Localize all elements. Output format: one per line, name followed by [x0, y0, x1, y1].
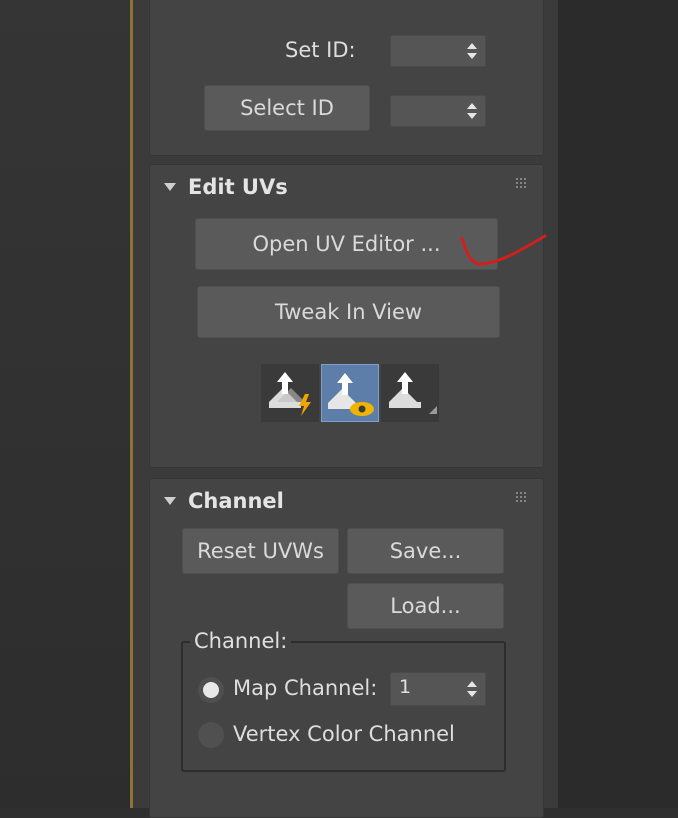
set-id-label: Set ID: — [285, 38, 356, 62]
channel-title: Channel — [188, 489, 284, 513]
tweak-in-view-button[interactable]: Tweak In View — [197, 286, 500, 338]
drag-grip-icon[interactable] — [515, 491, 527, 503]
panel-margin — [558, 0, 678, 808]
spinner-arrows-icon[interactable] — [467, 681, 477, 697]
reset-uvws-button[interactable]: Reset UVWs — [182, 528, 339, 574]
set-id-spinner[interactable] — [390, 35, 486, 67]
peel-icon — [389, 372, 437, 414]
select-id-button[interactable]: Select ID — [204, 85, 370, 131]
channel-header[interactable]: Channel — [164, 489, 284, 513]
map-channel-radio[interactable] — [198, 677, 224, 703]
viewport-area[interactable] — [0, 0, 130, 808]
drag-grip-icon[interactable] — [515, 177, 527, 189]
vertex-color-channel-radio[interactable] — [198, 722, 224, 748]
edit-uvs-title: Edit UVs — [188, 175, 288, 199]
load-button[interactable]: Load... — [347, 583, 504, 629]
quick-peel-button[interactable] — [261, 364, 319, 422]
peel-eye-icon — [328, 373, 374, 416]
collapse-triangle-icon[interactable] — [164, 183, 176, 191]
save-button[interactable]: Save... — [347, 528, 504, 574]
annotation-checkmark — [460, 234, 547, 266]
edit-uvs-header[interactable]: Edit UVs — [164, 175, 288, 199]
spinner-arrows-icon[interactable] — [467, 103, 477, 119]
peel-lightning-icon — [269, 372, 311, 416]
selection-rollout — [149, 0, 544, 156]
vertex-color-channel-label: Vertex Color Channel — [233, 722, 455, 746]
channel-group-label: Channel: — [190, 629, 292, 653]
collapse-triangle-icon[interactable] — [164, 497, 176, 505]
select-id-spinner[interactable] — [390, 95, 486, 127]
map-channel-value: 1 — [399, 676, 412, 698]
map-channel-spinner[interactable]: 1 — [390, 672, 486, 706]
channel-groupbox — [181, 641, 506, 772]
open-uv-editor-button[interactable]: Open UV Editor ... — [195, 218, 498, 270]
peel-mode-button[interactable] — [321, 364, 379, 422]
spinner-arrows-icon[interactable] — [467, 43, 477, 59]
map-channel-label: Map Channel: — [233, 676, 378, 700]
peel-button[interactable] — [381, 364, 439, 422]
